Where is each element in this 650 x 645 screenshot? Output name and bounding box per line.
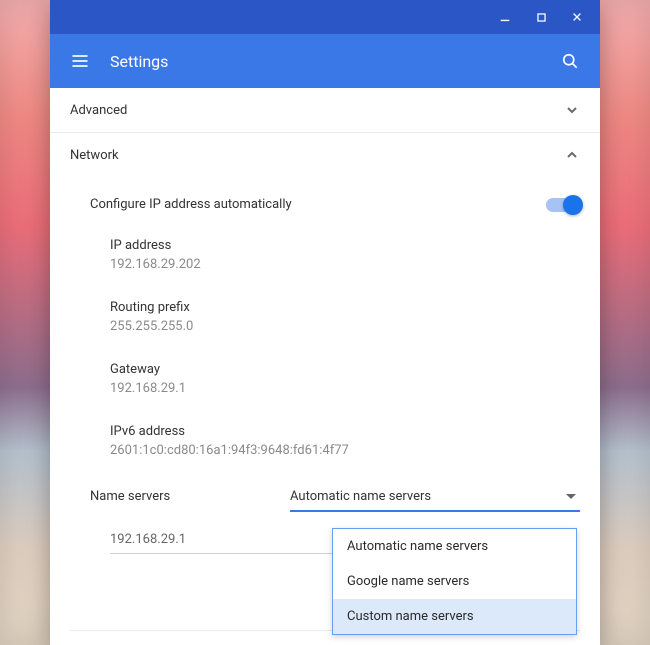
field-gateway: Gateway 192.168.29.1 [50,352,600,406]
section-network-label: Network [70,148,119,163]
field-ip-value: 192.168.29.202 [110,257,580,272]
dropdown-option[interactable]: Custom name servers [333,599,576,634]
auto-ip-row: Configure IP address automatically [50,191,600,218]
field-prefix: Routing prefix 255.255.255.0 [50,290,600,344]
name-server-address[interactable]: 192.168.29.1 [110,526,345,554]
toggle-knob [563,195,583,215]
field-ip-label: IP address [110,238,580,253]
settings-window: Settings Advanced Network Configure IP a… [50,0,600,645]
dropdown-option[interactable]: Google name servers [333,564,576,599]
auto-ip-label: Configure IP address automatically [90,197,546,212]
field-ip: IP address 192.168.29.202 [50,228,600,282]
auto-ip-toggle[interactable] [546,198,580,212]
name-servers-select[interactable]: Automatic name servers [290,482,580,510]
field-ipv6: IPv6 address 2601:1c0:cd80:16a1:94f3:964… [50,414,600,468]
window-titlebar [50,0,600,34]
field-prefix-value: 255.255.255.0 [110,319,580,334]
maximize-button[interactable] [524,0,558,34]
close-button[interactable] [560,0,594,34]
field-ipv6-value: 2601:1c0:cd80:16a1:94f3:9648:fd61:4f77 [110,443,580,458]
app-bar: Settings [50,34,600,88]
name-servers-selected: Automatic name servers [290,489,566,504]
chevron-up-icon [564,147,580,163]
section-network[interactable]: Network [50,133,600,177]
section-advanced[interactable]: Advanced [50,88,600,133]
search-icon[interactable] [558,49,582,73]
dropdown-triangle-icon [566,494,576,499]
field-ipv6-label: IPv6 address [110,424,580,439]
page-title: Settings [110,52,168,71]
field-prefix-label: Routing prefix [110,300,580,315]
field-gateway-value: 192.168.29.1 [110,381,580,396]
name-servers-row: Name servers Automatic name servers [50,474,600,518]
name-servers-dropdown: Automatic name servers Google name serve… [332,528,577,635]
dropdown-option[interactable]: Automatic name servers [333,529,576,564]
field-gateway-label: Gateway [110,362,580,377]
menu-icon[interactable] [68,49,92,73]
section-advanced-label: Advanced [70,103,127,118]
chevron-down-icon [564,102,580,118]
settings-content: Advanced Network Configure IP address au… [50,88,600,645]
name-servers-label: Name servers [90,489,290,504]
minimize-button[interactable] [488,0,522,34]
